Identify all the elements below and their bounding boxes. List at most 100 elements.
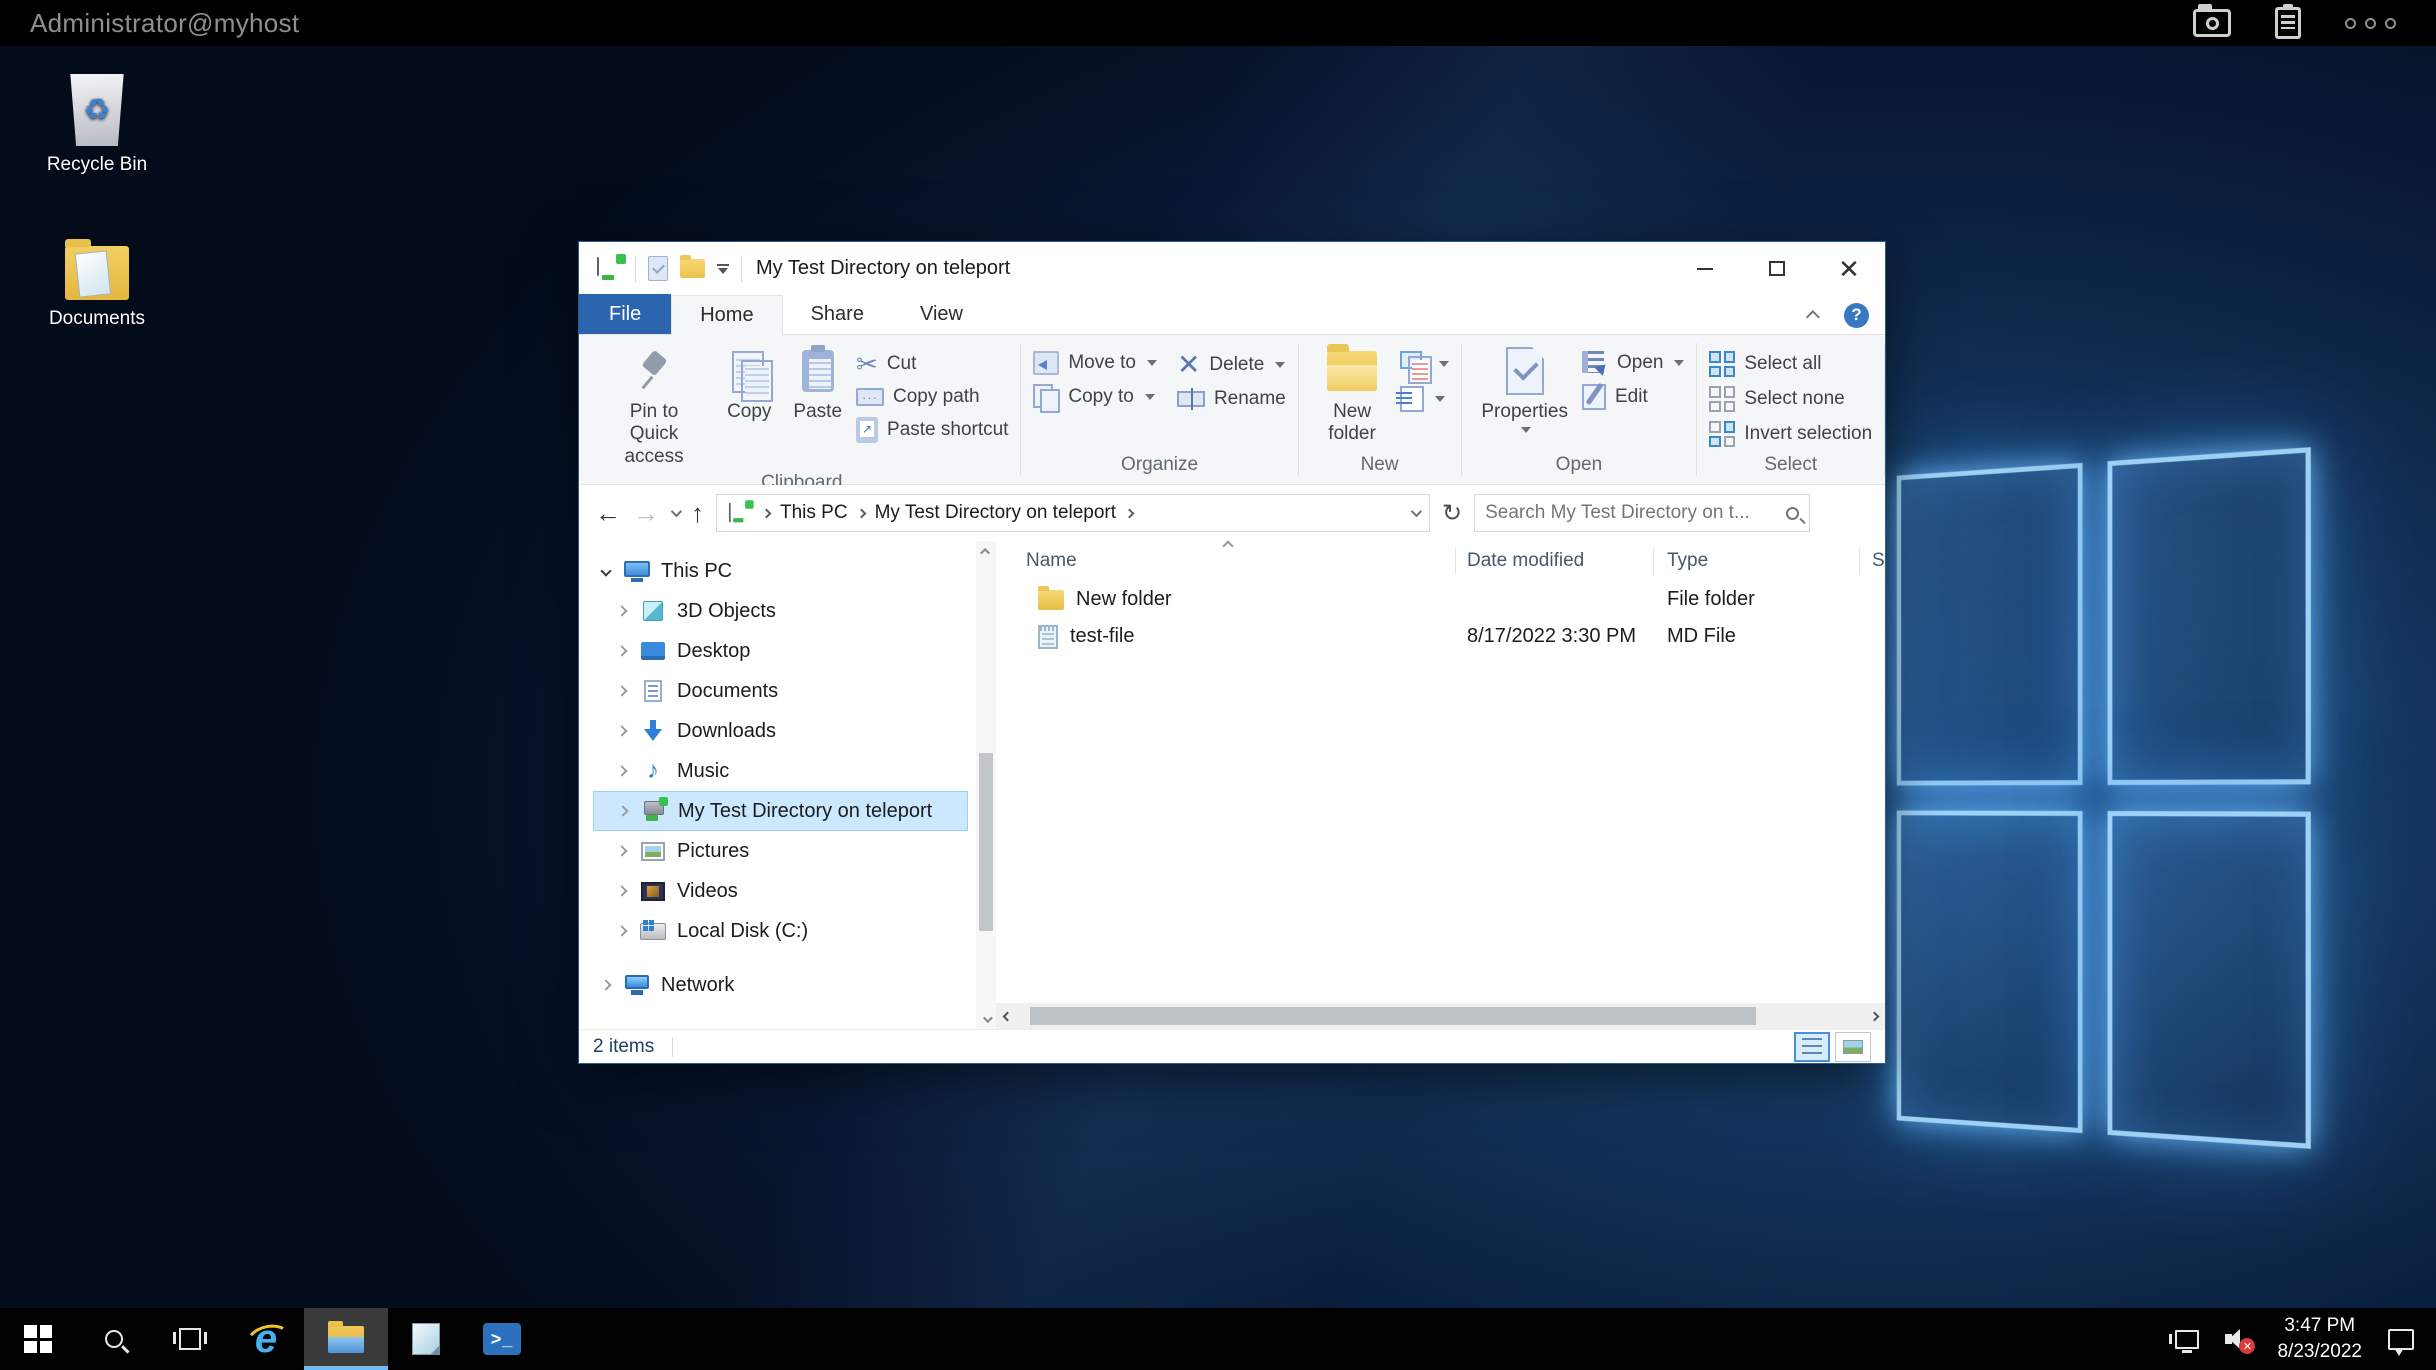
scroll-down-icon[interactable] <box>976 1009 996 1029</box>
expander-icon[interactable] <box>615 607 629 615</box>
nav-item-music[interactable]: ♪ Music <box>593 751 968 791</box>
expander-icon[interactable] <box>599 567 613 575</box>
scroll-up-icon[interactable] <box>976 541 996 561</box>
notepad-button[interactable] <box>388 1308 464 1370</box>
help-icon[interactable]: ? <box>1844 303 1869 328</box>
refresh-icon[interactable]: ↻ <box>1442 499 1462 528</box>
volume-muted-icon[interactable]: ✕ <box>2225 1327 2251 1351</box>
pin-to-quick-access-button[interactable]: Pin to Quick access <box>595 343 713 470</box>
search-icon[interactable] <box>1786 507 1799 520</box>
nav-item-local-disk-c[interactable]: Local Disk (C:) <box>593 911 968 951</box>
expander-icon[interactable] <box>616 807 630 815</box>
taskbar-search-button[interactable] <box>76 1308 152 1370</box>
open-button[interactable]: Open <box>1582 351 1684 375</box>
nav-item-3d-objects[interactable]: 3D Objects <box>593 591 968 631</box>
expander-icon[interactable] <box>615 727 629 735</box>
scrollbar-thumb[interactable] <box>1030 1007 1756 1025</box>
desktop-icon-documents[interactable]: Documents <box>32 246 162 330</box>
collapse-ribbon-icon[interactable] <box>1806 310 1820 324</box>
breadcrumb-this-pc[interactable]: This PC <box>780 502 848 524</box>
back-button[interactable]: ← <box>595 500 621 526</box>
tab-home[interactable]: Home <box>671 295 782 335</box>
taskbar-clock[interactable]: 3:47 PM 8/23/2022 <box>2277 1313 2362 1364</box>
new-folder-icon <box>1327 351 1377 391</box>
invert-selection-button[interactable]: Invert selection <box>1709 421 1872 447</box>
nav-item-network[interactable]: Network <box>593 965 968 1005</box>
move-to-button[interactable]: Move to <box>1033 351 1157 375</box>
internet-explorer-button[interactable]: e <box>228 1308 304 1370</box>
nav-item-downloads[interactable]: Downloads <box>593 711 968 751</box>
minimize-button[interactable] <box>1669 242 1741 295</box>
breadcrumb-current-folder[interactable]: My Test Directory on teleport <box>875 502 1116 524</box>
scrollbar-thumb[interactable] <box>979 753 993 931</box>
delete-button[interactable]: ✕ Delete <box>1177 351 1286 379</box>
copy-to-button[interactable]: Copy to <box>1033 384 1157 410</box>
tab-view[interactable]: View <box>892 294 991 334</box>
expander-icon[interactable] <box>615 647 629 655</box>
properties-quick-icon[interactable] <box>648 256 668 281</box>
details-view-button[interactable] <box>1794 1032 1830 1062</box>
more-icon[interactable] <box>2345 18 2396 29</box>
large-icons-view-button[interactable] <box>1835 1032 1871 1062</box>
new-item-button[interactable] <box>1400 351 1449 377</box>
column-header-name[interactable]: Name <box>996 548 1456 574</box>
recent-locations-icon[interactable] <box>671 506 682 517</box>
select-none-button[interactable]: Select none <box>1709 386 1872 412</box>
expander-icon[interactable] <box>615 887 629 895</box>
address-dropdown-icon[interactable] <box>1411 506 1422 517</box>
separator <box>672 1037 673 1057</box>
expander-icon[interactable] <box>599 981 613 989</box>
cut-button[interactable]: ✂ Cut <box>856 351 1008 377</box>
nav-scrollbar[interactable] <box>976 541 996 1029</box>
expander-icon[interactable] <box>615 927 629 935</box>
paste-shortcut-button[interactable]: Paste shortcut <box>856 417 1008 443</box>
expander-icon[interactable] <box>615 767 629 775</box>
network-status-icon[interactable] <box>2175 1330 2199 1349</box>
powershell-button[interactable]: >_ <box>464 1308 540 1370</box>
file-row-test-file[interactable]: test-file 8/17/2022 3:30 PM MD File <box>996 618 1885 655</box>
nav-item-my-test-directory[interactable]: My Test Directory on teleport <box>593 791 968 831</box>
tab-file[interactable]: File <box>579 294 671 334</box>
start-button[interactable] <box>0 1308 76 1370</box>
task-view-button[interactable] <box>152 1308 228 1370</box>
paste-button[interactable]: Paste <box>785 343 850 425</box>
nav-item-videos[interactable]: Videos <box>593 871 968 911</box>
copy-button[interactable]: Copy <box>719 343 779 425</box>
easy-access-button[interactable] <box>1400 386 1449 412</box>
scroll-right-icon[interactable] <box>1863 1013 1885 1020</box>
column-header-type[interactable]: Type <box>1654 548 1860 574</box>
file-explorer-button[interactable] <box>304 1308 388 1370</box>
close-button[interactable]: ✕ <box>1813 242 1885 295</box>
expander-icon[interactable] <box>615 847 629 855</box>
title-bar[interactable]: My Test Directory on teleport ✕ <box>579 242 1885 295</box>
up-button[interactable]: ↑ <box>691 500 704 526</box>
clipboard-icon[interactable] <box>2275 7 2301 39</box>
properties-button[interactable]: Properties <box>1473 343 1576 435</box>
forward-button[interactable]: → <box>633 500 659 526</box>
search-input[interactable] <box>1485 502 1780 524</box>
address-bar[interactable]: This PC My Test Directory on teleport <box>716 494 1430 532</box>
expander-icon[interactable] <box>615 687 629 695</box>
rename-button[interactable]: Rename <box>1177 388 1286 410</box>
new-folder-button[interactable]: New folder <box>1311 343 1394 448</box>
column-header-size[interactable]: Size <box>1860 548 1885 574</box>
action-center-icon[interactable] <box>2388 1329 2414 1350</box>
scroll-left-icon[interactable] <box>996 1013 1018 1020</box>
tab-share[interactable]: Share <box>783 294 892 334</box>
nav-item-this-pc[interactable]: This PC <box>593 551 968 591</box>
nav-item-pictures[interactable]: Pictures <box>593 831 968 871</box>
file-transfer-icon[interactable] <box>2193 9 2231 37</box>
customize-toolbar-dropdown-icon[interactable] <box>717 264 729 274</box>
search-box[interactable] <box>1474 494 1810 532</box>
nav-item-desktop[interactable]: Desktop <box>593 631 968 671</box>
nav-item-documents[interactable]: Documents <box>593 671 968 711</box>
copy-path-button[interactable]: ··· Copy path <box>856 386 1008 408</box>
file-row-new-folder[interactable]: New folder File folder <box>996 581 1885 618</box>
edit-button[interactable]: Edit <box>1582 384 1684 410</box>
desktop-icon-recycle-bin[interactable]: ♻ Recycle Bin <box>32 74 162 176</box>
maximize-button[interactable] <box>1741 242 1813 295</box>
select-all-button[interactable]: Select all <box>1709 351 1872 377</box>
new-folder-quick-icon[interactable] <box>680 259 705 278</box>
column-header-date-modified[interactable]: Date modified <box>1456 548 1654 574</box>
horizontal-scrollbar[interactable] <box>996 1003 1885 1029</box>
